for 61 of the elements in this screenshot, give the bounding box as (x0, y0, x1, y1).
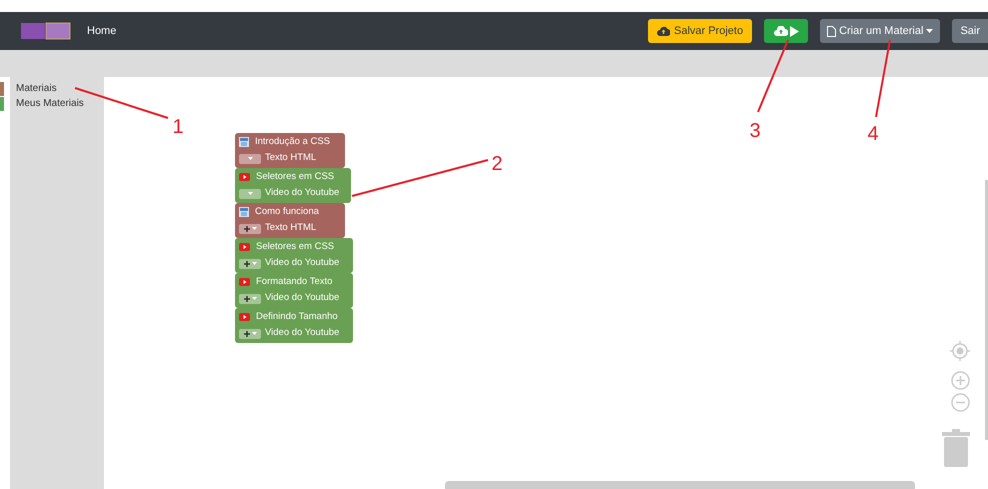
material-block[interactable]: Seletores em CSS Video do Youtube (235, 238, 353, 273)
block-type-label: Texto HTML (265, 151, 316, 166)
horizontal-scrollbar[interactable] (445, 481, 915, 489)
plus-icon (244, 226, 250, 232)
annotation-number: 4 (867, 123, 879, 145)
block-type-label: Video do Youtube (265, 256, 340, 270)
block-type-label: Texto HTML (265, 221, 316, 236)
document-icon (239, 207, 249, 217)
toolbox-category[interactable]: Materiais (16, 81, 57, 96)
plus-icon (244, 296, 250, 302)
center-icon[interactable] (950, 341, 970, 361)
type-dropdown[interactable] (239, 294, 261, 304)
type-dropdown[interactable] (239, 258, 261, 268)
caret-icon (248, 192, 252, 195)
logout-button[interactable]: Sair (952, 19, 988, 43)
block-type-label: Video do Youtube (265, 291, 340, 306)
caret-icon (252, 332, 256, 335)
upload-run-button[interactable] (764, 19, 808, 43)
annotation-number: 1 (172, 116, 184, 138)
block-title: Como funciona (255, 204, 319, 219)
cloud-upload-icon (774, 26, 788, 36)
cloud-upload-icon (656, 26, 670, 36)
vertical-scrollbar[interactable] (985, 180, 988, 440)
document-icon (239, 137, 249, 147)
document-icon (827, 26, 836, 36)
caret-icon (252, 227, 256, 230)
caret-icon (252, 297, 256, 300)
type-dropdown[interactable] (239, 224, 261, 234)
create-material-dropdown[interactable]: Criar um Material (820, 19, 940, 43)
caret-icon (252, 262, 256, 265)
annotation-number: 2 (491, 153, 503, 175)
material-block[interactable]: Formatando Texto Video do Youtube (235, 273, 353, 308)
block-title: Seletores em CSS (256, 240, 334, 254)
caret-icon (248, 157, 252, 160)
block-type-label: Video do Youtube (265, 186, 340, 200)
toolbox-category[interactable]: Meus Materiais (16, 96, 84, 111)
plus-icon (244, 330, 250, 336)
material-block[interactable]: Seletores em CSS Video do Youtube (235, 168, 351, 203)
material-block[interactable]: Introdução a CSS Texto HTML (235, 133, 345, 168)
home-link[interactable]: Home (87, 22, 116, 40)
logo-icon (20, 21, 72, 41)
type-dropdown[interactable] (239, 328, 261, 338)
block-type-label: Video do Youtube (265, 326, 340, 340)
save-project-button[interactable]: Salvar Projeto (648, 19, 752, 43)
material-block[interactable]: Como funciona Texto HTML (235, 203, 345, 238)
material-block[interactable]: Definindo Tamanho Video do Youtube (235, 308, 353, 343)
play-icon (790, 26, 799, 36)
video-icon (239, 173, 250, 181)
plus-icon (244, 260, 250, 266)
zoom-out-icon[interactable] (951, 393, 970, 412)
trash-icon[interactable] (942, 429, 970, 467)
video-icon (239, 278, 250, 286)
zoom-in-icon[interactable] (951, 371, 970, 390)
block-title: Introdução a CSS (255, 134, 330, 149)
annotation-number: 3 (749, 120, 761, 142)
video-icon (239, 243, 250, 251)
block-title: Formatando Texto (256, 274, 332, 289)
video-icon (239, 313, 250, 321)
caret-icon (926, 29, 934, 33)
block-title: Seletores em CSS (256, 170, 334, 184)
block-title: Definindo Tamanho (256, 310, 338, 324)
